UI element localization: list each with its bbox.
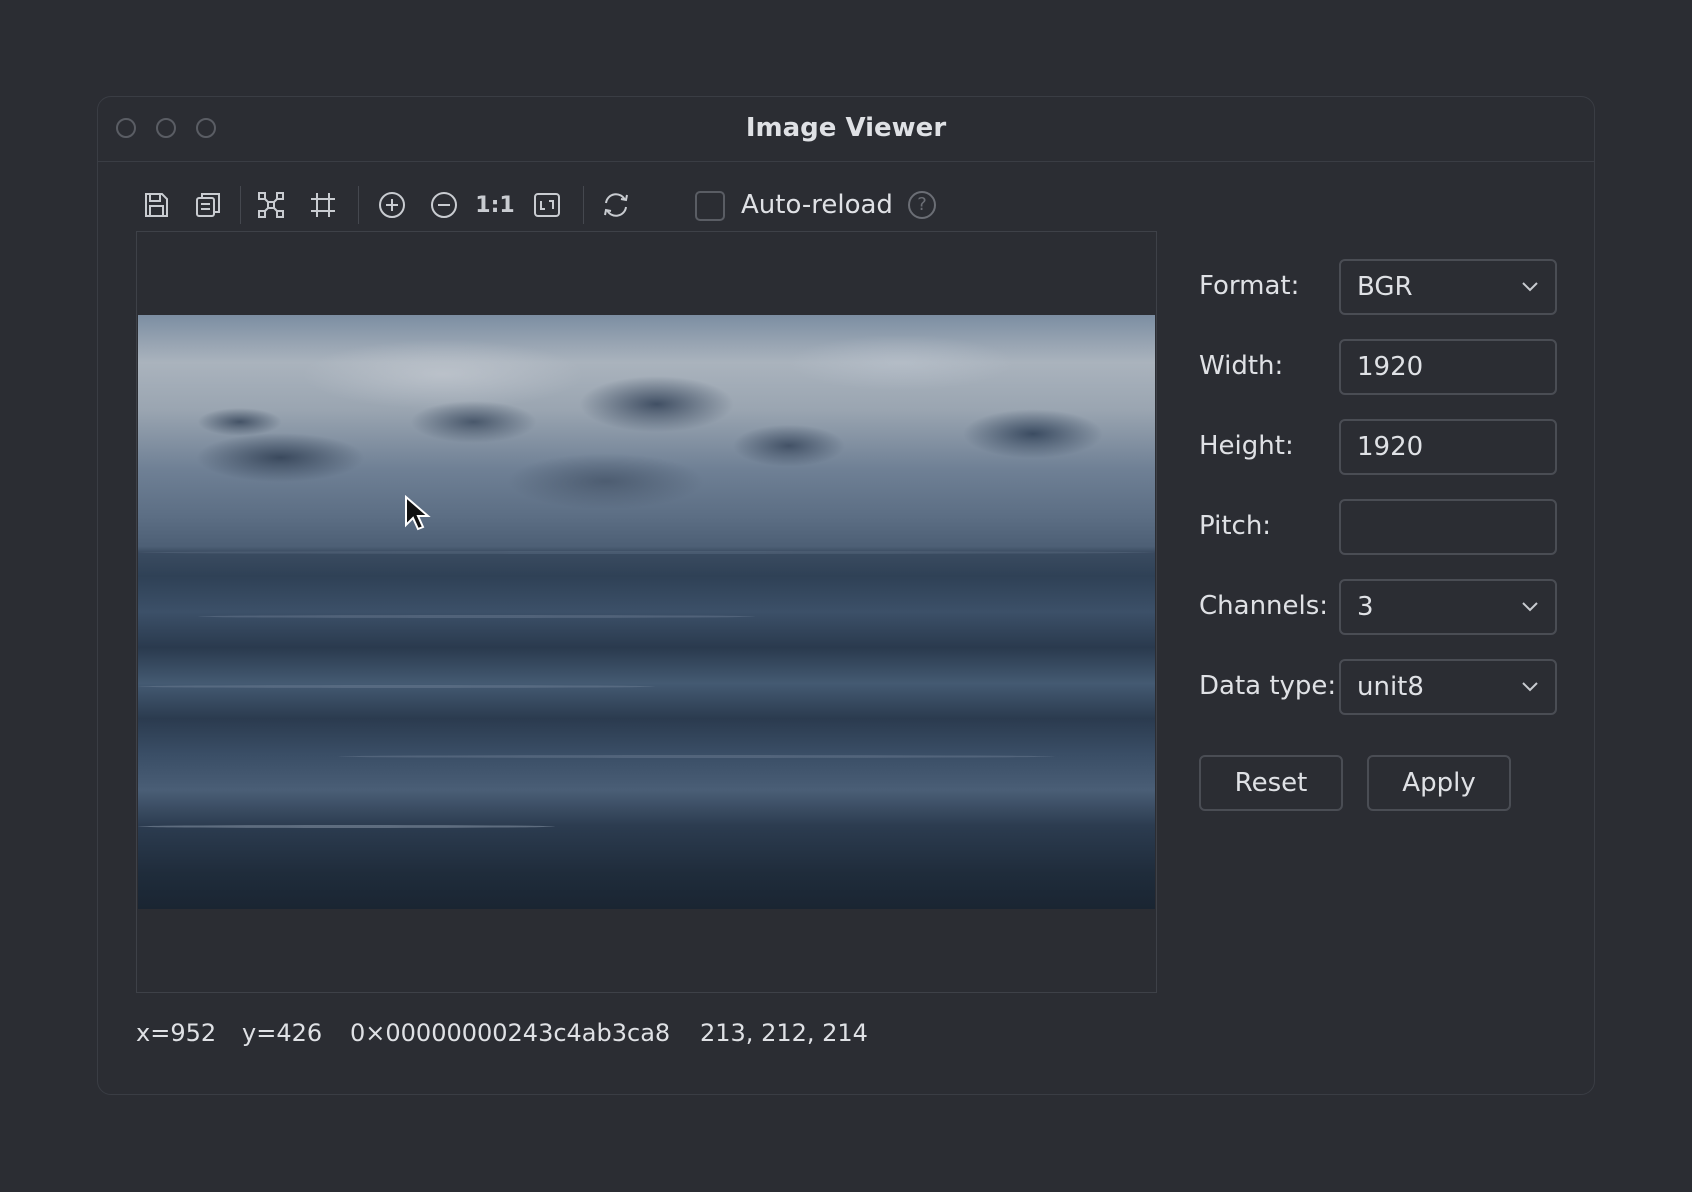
wave-highlight [138,551,1155,554]
height-label: Height: [1199,431,1294,461]
format-value: BGR [1357,272,1413,302]
zoom-out-icon [431,192,457,218]
width-label: Width: [1199,351,1284,381]
apply-button[interactable]: Apply [1367,755,1511,811]
channels-value: 3 [1357,592,1374,622]
toolbar: 1:1 Auto-reload ? [136,175,1594,235]
channels-label: Channels: [1199,591,1329,621]
desktop-background: Image Viewer 1:1 Auto-reload ? x=952 y=4… [0,0,1692,1192]
copy-icon [196,193,220,217]
image-canvas[interactable] [136,231,1157,993]
fit-selection-button[interactable] [251,185,291,225]
wave-highlight [198,615,755,618]
toolbar-separator [583,186,584,224]
fit-selection-icon [258,192,284,218]
actual-size-icon: 1:1 [475,192,515,218]
auto-reload-checkbox[interactable] [695,191,725,221]
ocean-image[interactable] [138,315,1155,909]
chevron-down-icon [1522,282,1538,292]
height-value: 1920 [1357,432,1424,462]
zoom-in-icon [379,192,405,218]
save-icon [145,193,168,217]
status-y: y=426 [242,1019,323,1047]
actual-size-button[interactable]: 1:1 [475,185,515,225]
status-x: x=952 [136,1019,217,1047]
datatype-value: unit8 [1357,672,1424,702]
wave-highlight [138,825,555,828]
reload-button[interactable] [596,185,636,225]
format-label: Format: [1199,271,1300,301]
zoom-in-button[interactable] [372,185,412,225]
save-button[interactable] [136,185,176,225]
datatype-select[interactable]: unit8 [1339,659,1557,715]
format-select[interactable]: BGR [1339,259,1557,315]
reload-icon [604,193,628,217]
width-input[interactable]: 1920 [1339,339,1557,395]
title-bar: Image Viewer [98,97,1594,162]
channels-select[interactable]: 3 [1339,579,1557,635]
pitch-label: Pitch: [1199,511,1272,541]
reset-button[interactable]: Reset [1199,755,1343,811]
toolbar-separator [358,186,359,224]
crop-button[interactable] [303,185,343,225]
mouse-cursor-icon [405,495,431,531]
help-icon[interactable]: ? [908,191,936,219]
fit-window-icon [534,193,560,217]
datatype-label: Data type: [1199,671,1337,701]
toolbar-separator [240,186,241,224]
height-input[interactable]: 1920 [1339,419,1557,475]
status-address: 0×00000000243c4ab3ca8 [350,1019,671,1047]
image-viewer-window: Image Viewer 1:1 Auto-reload ? x=952 y=4… [97,96,1595,1095]
fit-window-button[interactable] [527,185,567,225]
copy-button[interactable] [188,185,228,225]
chevron-down-icon [1522,682,1538,692]
window-title: Image Viewer [745,113,947,143]
pitch-input[interactable] [1339,499,1557,555]
zoom-out-button[interactable] [424,185,464,225]
chevron-down-icon [1522,602,1538,612]
crop-grid-icon [311,193,335,217]
status-pixel-value: 213, 212, 214 [700,1019,868,1047]
wave-highlight [138,685,655,688]
wave-highlight [338,755,1055,758]
width-value: 1920 [1357,352,1424,382]
auto-reload-label[interactable]: Auto-reload [741,190,893,220]
